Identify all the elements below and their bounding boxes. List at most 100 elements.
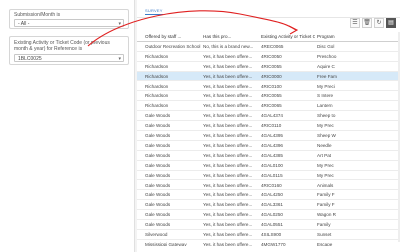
table-cell: Yes, it has been offere... <box>203 83 253 89</box>
table-row[interactable]: Richardson Yes, it has been offere... 4RIC… <box>137 71 400 82</box>
table-cell: Gale Woods <box>145 192 171 198</box>
table-row[interactable]: Silverwood Yes, it has been offere... 4SIL… <box>137 230 400 240</box>
table-row[interactable]: Gale Woods Yes, it has been offere... 4RIC… <box>137 181 400 191</box>
table-row[interactable]: Gale Woods Yes, it has been offere... 4RIC… <box>137 121 400 131</box>
table-cell: Yes, it has been offere... <box>203 93 253 99</box>
table-cell: Preschoo <box>317 53 337 59</box>
tab-survey[interactable]: SURVEY <box>145 8 163 15</box>
table-cell: Sheep W <box>317 133 336 138</box>
table-cell: No, this is a brand new... <box>203 43 254 49</box>
table-cell: My Preci <box>317 83 335 89</box>
table-cell: My Prec <box>317 172 334 178</box>
table-cell: Gale Woods <box>145 133 171 138</box>
table-cell: Yes, it has been offere... <box>203 53 253 59</box>
table-cell: Yes, it has been offere... <box>203 172 253 178</box>
table-cell: 4RIC0100 <box>261 83 282 89</box>
table-row[interactable]: Richardson Yes, it has been offere... 4RIC… <box>137 101 400 112</box>
table-cell: Gale Woods <box>145 222 171 228</box>
table-cell: 4RIC0055 <box>261 63 282 69</box>
submission-filter-label: Submission/Month is <box>14 12 61 18</box>
table-cell: Yes, it has been offere... <box>203 232 253 237</box>
submission-filter-select[interactable]: - All - ▾ <box>14 19 124 27</box>
table-cell: Yes, it has been offere... <box>203 113 253 119</box>
table-row[interactable]: Gale Woods Yes, it has been offere... 4GAL… <box>137 161 400 171</box>
table-cell: 4RIC0160 <box>261 182 282 188</box>
column-header[interactable]: Program <box>315 32 400 41</box>
table-cell: Animals <box>317 182 334 188</box>
column-header[interactable]: Has this pro... <box>201 32 259 41</box>
table-row[interactable]: Richardson Yes, it has been offere... 4RIC… <box>137 62 400 72</box>
table-row[interactable]: Gale Woods Yes, it has been offere... 4GAL… <box>137 111 400 122</box>
table-cell: 4GAL0115 <box>261 172 283 178</box>
table-row[interactable]: Gale Woods Yes, it has been offere... 4GAL… <box>137 151 400 161</box>
table-cell: 4GAL0100 <box>261 162 283 168</box>
table-toolbar: ☰ 🗑 ↻ ▤ <box>350 18 396 30</box>
table-cell: 4REC0065 <box>261 43 284 49</box>
table-cell: Yes, it has been offere... <box>203 212 253 218</box>
column-header[interactable]: Existing Activity or Ticket C... <box>259 32 315 41</box>
results-table: Offered by staff ... Has this pro... Exist… <box>137 32 400 246</box>
table-cell: Family F <box>317 202 335 208</box>
table-cell: 4GAL4250 <box>261 192 283 198</box>
table-row[interactable]: Outdoor Recreation School No, this is a b… <box>137 42 400 52</box>
table-row[interactable]: Gale Woods Yes, it has been offere... 4GAL… <box>137 200 400 211</box>
trash-icon[interactable]: 🗑 <box>362 18 372 28</box>
table-row[interactable]: Gale Woods Yes, it has been offere... 4GAL… <box>137 171 400 181</box>
table-cell: Gale Woods <box>145 152 171 158</box>
table-cell: Yes, it has been offere... <box>203 123 253 129</box>
table-cell: Lantern <box>317 103 333 109</box>
table-cell: 4GAL4396 <box>261 142 283 148</box>
table-cell: Richardson <box>145 83 169 89</box>
table-cell: Silverwood <box>145 232 168 237</box>
submission-filter-value: - All - <box>18 21 30 27</box>
table-cell: Yes, it has been offere... <box>203 202 253 208</box>
activity-filter-card: Existing Activity or Ticket Code (or pre… <box>9 36 129 65</box>
table-row[interactable]: Mississippi Gateway Yes, it has been offe… <box>137 240 400 246</box>
table-cell: 4GAL3361 <box>261 202 283 208</box>
table-cell: Disc Gol <box>317 43 335 49</box>
table-cell: Needle <box>317 142 332 148</box>
table-cell: Sunset <box>317 232 332 237</box>
table-row[interactable]: Richardson Yes, it has been offere... 4RIC… <box>137 82 400 92</box>
activity-filter-select[interactable]: 1BLC0025 ▾ <box>14 54 124 62</box>
table-cell: Gale Woods <box>145 202 171 208</box>
table-cell: Gale Woods <box>145 113 171 119</box>
table-cell: Gale Woods <box>145 142 171 148</box>
table-cell: Yes, it has been offere... <box>203 222 253 228</box>
table-cell: 4GAL0250 <box>261 212 283 218</box>
table-row[interactable]: Richardson Yes, it has been offere... 4RIC… <box>137 91 400 102</box>
table-row[interactable]: Gale Woods Yes, it has been offere... 4GAL… <box>137 141 400 151</box>
table-cell: My Prec <box>317 123 334 129</box>
table-cell: Richardson <box>145 53 169 59</box>
table-cell: Yes, it has been offere... <box>203 192 253 198</box>
column-header[interactable]: Offered by staff ... <box>143 32 201 41</box>
table-row[interactable]: Gale Woods Yes, it has been offere... 4GAL… <box>137 190 400 201</box>
table-cell: Gale Woods <box>145 182 171 188</box>
table-cell: Yes, it has been offere... <box>203 241 253 246</box>
table-header: Offered by staff ... Has this pro... Exist… <box>137 32 400 42</box>
activity-filter-value: 1BLC0025 <box>18 56 42 62</box>
table-row[interactable]: Richardson Yes, it has been offere... 4RIC… <box>137 52 400 62</box>
table-cell: Gale Woods <box>145 123 171 129</box>
table-cell: 4GAL0551 <box>261 222 283 228</box>
export-icon[interactable]: ▤ <box>386 18 396 28</box>
table-cell: Yes, it has been offere... <box>203 73 253 79</box>
table-row[interactable]: Gale Woods Yes, it has been offere... 4GAL… <box>137 220 400 230</box>
chevron-down-icon: ▾ <box>118 56 121 62</box>
table-row[interactable]: Gale Woods Yes, it has been offere... 4GAL… <box>137 210 400 221</box>
table-cell: Gale Woods <box>145 162 171 168</box>
table-cell: Mississippi Gateway <box>145 241 187 246</box>
table-cell: My Prec <box>317 162 334 168</box>
table-row[interactable]: Gale Woods Yes, it has been offere... 4GAL… <box>137 131 400 141</box>
table-cell: 4GAL4385 <box>261 152 283 158</box>
list-icon[interactable]: ☰ <box>350 18 360 28</box>
refresh-icon[interactable]: ↻ <box>374 18 384 28</box>
table-cell: Richardson <box>145 63 169 69</box>
table-cell: Yes, it has been offere... <box>203 152 253 158</box>
table-cell: Richardson <box>145 103 169 109</box>
table-cell: Free Fam <box>317 73 337 79</box>
table-cell: 4MGW1770 <box>261 241 286 246</box>
table-cell: Richardson <box>145 73 169 79</box>
table-cell: Wagon R <box>317 212 336 218</box>
table-cell: 4RIC0000 <box>261 73 282 79</box>
